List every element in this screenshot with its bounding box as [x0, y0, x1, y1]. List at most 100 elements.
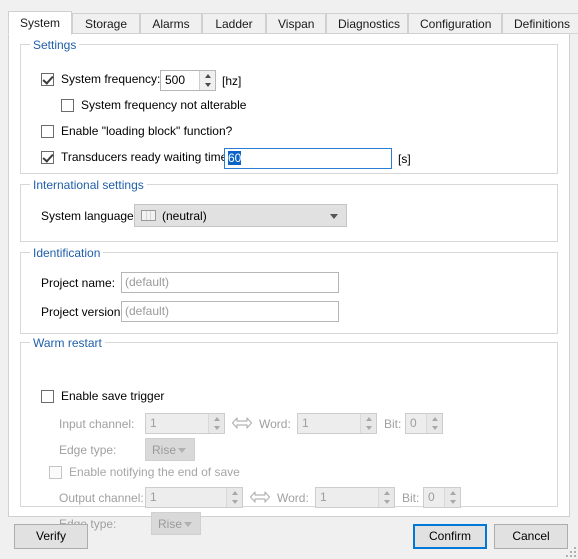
loading-block-checkbox-row[interactable]: Enable "loading block" function? — [41, 124, 232, 138]
system-frequency-not-alterable-checkbox-row[interactable]: System frequency not alterable — [61, 98, 246, 112]
tab-ladder[interactable]: Ladder — [202, 13, 266, 34]
spin-up-icon[interactable] — [427, 414, 442, 424]
system-language-combobox[interactable]: (neutral) — [134, 204, 347, 227]
transducers-waiting-time-input[interactable]: 60 — [224, 148, 392, 169]
output-edge-type-combobox[interactable]: Rise — [151, 512, 201, 535]
system-frequency-not-alterable-checkbox[interactable] — [61, 98, 74, 112]
enable-notify-checkbox[interactable] — [49, 465, 62, 479]
spin-down-icon[interactable] — [427, 424, 442, 434]
tab-label: Diagnostics — [338, 17, 401, 31]
transducers-checkbox-row[interactable]: Transducers ready waiting time: — [41, 150, 231, 164]
loading-block-checkbox[interactable] — [41, 124, 54, 138]
tab-label: Alarms — [152, 17, 190, 31]
tab-label: Storage — [84, 17, 128, 31]
spin-down-icon[interactable] — [445, 498, 460, 508]
system-frequency-checkbox[interactable] — [41, 72, 54, 86]
project-name-input[interactable]: (default) — [121, 272, 339, 293]
output-word-spin-buttons[interactable] — [378, 488, 394, 507]
system-frequency-checkbox-row[interactable]: System frequency: — [41, 72, 160, 86]
enable-notify-label: Enable notifying the end of save — [69, 465, 240, 479]
spin-up-icon[interactable] — [361, 414, 376, 424]
system-frequency-unit: [hz] — [222, 74, 242, 88]
spin-down-icon[interactable] — [200, 81, 215, 91]
cancel-button-label: Cancel — [512, 529, 550, 543]
verify-button[interactable]: Verify — [14, 524, 88, 549]
system-frequency-spin-buttons[interactable] — [199, 71, 215, 90]
tab-definitions[interactable]: Definitions — [502, 13, 578, 34]
output-channel-spin-buttons[interactable] — [226, 488, 242, 507]
system-frequency-label: System frequency: — [61, 72, 161, 86]
spin-up-icon[interactable] — [227, 488, 242, 498]
resize-grip[interactable] — [564, 545, 576, 557]
international-settings-group: International settings System language: … — [20, 178, 558, 242]
project-version-input[interactable]: (default) — [121, 301, 339, 322]
input-edge-type-label: Edge type: — [59, 443, 117, 457]
spin-up-icon[interactable] — [379, 488, 394, 498]
transducers-checkbox[interactable] — [41, 150, 54, 164]
swap-arrows-icon — [249, 491, 271, 503]
output-word-label: Word: — [277, 491, 309, 505]
input-word-spinner[interactable]: 1 — [297, 413, 377, 434]
spin-down-icon[interactable] — [209, 424, 224, 434]
international-settings-group-label: International settings — [30, 178, 147, 192]
spin-up-icon[interactable] — [200, 71, 215, 81]
input-edge-type-value: Rise — [152, 442, 177, 457]
tab-storage[interactable]: Storage — [72, 13, 140, 34]
input-bit-value: 0 — [410, 416, 417, 430]
output-channel-spinner[interactable]: 1 — [145, 487, 243, 508]
tab-system[interactable]: System — [8, 11, 72, 35]
spin-down-icon[interactable] — [379, 498, 394, 508]
input-channel-spin-buttons[interactable] — [208, 414, 224, 433]
input-channel-spinner[interactable]: 1 — [145, 413, 225, 434]
output-edge-type-value: Rise — [158, 516, 183, 531]
flag-neutral-icon — [141, 210, 156, 221]
tab-configuration[interactable]: Configuration — [408, 13, 502, 34]
spin-down-icon[interactable] — [227, 498, 242, 508]
transducers-label: Transducers ready waiting time: — [61, 150, 231, 164]
cancel-button[interactable]: Cancel — [494, 524, 568, 549]
output-channel-value: 1 — [150, 490, 157, 504]
input-bit-spinner[interactable]: 0 — [405, 413, 443, 434]
input-word-label: Word: — [259, 417, 291, 431]
input-word-spin-buttons[interactable] — [360, 414, 376, 433]
input-edge-type-combobox[interactable]: Rise — [145, 438, 195, 461]
output-bit-label: Bit: — [402, 491, 420, 505]
output-bit-value: 0 — [428, 490, 435, 504]
enable-save-trigger-label: Enable save trigger — [61, 389, 165, 403]
project-name-placeholder: (default) — [125, 275, 170, 289]
output-word-spinner[interactable]: 1 — [315, 487, 395, 508]
settings-group: Settings System frequency: 500 [hz] Syst… — [20, 38, 558, 174]
tab-label: System — [20, 16, 61, 30]
tab-label: Configuration — [420, 17, 492, 31]
tab-alarms[interactable]: Alarms — [140, 13, 202, 34]
confirm-button[interactable]: Confirm — [413, 524, 487, 549]
spin-up-icon[interactable] — [445, 488, 460, 498]
warm-restart-group: Warm restart Enable save trigger Input c… — [20, 336, 558, 535]
input-channel-value: 1 — [150, 416, 157, 430]
system-settings-panel: Settings System frequency: 500 [hz] Syst… — [8, 33, 570, 535]
transducers-unit: [s] — [398, 152, 411, 166]
system-frequency-spinner[interactable]: 500 — [160, 70, 216, 91]
spin-down-icon[interactable] — [361, 424, 376, 434]
enable-notify-checkbox-row[interactable]: Enable notifying the end of save — [49, 465, 240, 479]
tab-vispan[interactable]: Vispan — [266, 13, 326, 34]
chevron-down-icon — [330, 213, 338, 219]
input-bit-spin-buttons[interactable] — [426, 414, 442, 433]
enable-save-trigger-checkbox[interactable] — [41, 389, 54, 403]
loading-block-label: Enable "loading block" function? — [61, 124, 233, 138]
transducers-waiting-time-value: 60 — [228, 151, 242, 165]
output-bit-spin-buttons[interactable] — [444, 488, 460, 507]
swap-arrows-icon — [231, 417, 253, 429]
output-bit-spinner[interactable]: 0 — [423, 487, 461, 508]
confirm-button-label: Confirm — [428, 529, 471, 543]
identification-group: Identification Project name: (default) P… — [20, 246, 558, 334]
system-language-label: System language: — [41, 209, 138, 223]
chevron-down-icon — [184, 521, 192, 527]
tab-label: Vispan — [278, 17, 315, 31]
system-language-value: (neutral) — [162, 208, 207, 223]
enable-save-trigger-checkbox-row[interactable]: Enable save trigger — [41, 389, 164, 403]
tab-diagnostics[interactable]: Diagnostics — [326, 13, 408, 34]
warm-restart-group-label: Warm restart — [30, 336, 105, 350]
project-version-placeholder: (default) — [125, 304, 170, 318]
spin-up-icon[interactable] — [209, 414, 224, 424]
